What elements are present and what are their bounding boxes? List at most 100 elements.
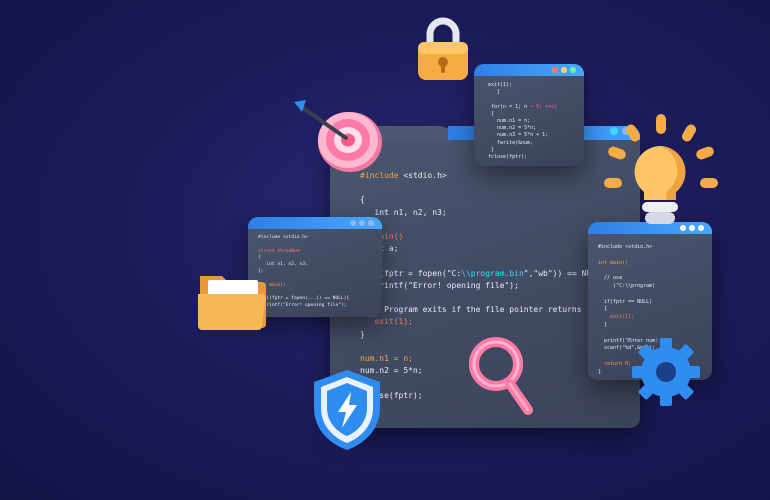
- code-token: return 0;: [598, 360, 632, 367]
- code-line: struct threeNum: [258, 249, 349, 256]
- code-token: struct threeNum: [258, 248, 300, 254]
- code-token: ("C:\\program): [598, 282, 656, 289]
- lightbulb-icon: [604, 114, 718, 224]
- code-token: num.n1 = n;: [360, 354, 413, 364]
- code-line: fwrite(&num,: [488, 140, 557, 147]
- code-token: <stdio.h>: [398, 171, 447, 180]
- code-line: nt main(): [360, 231, 596, 243]
- code-line: [598, 252, 670, 260]
- code-line: {: [488, 111, 557, 118]
- code-line: [258, 242, 349, 249]
- code-token: < 5; ++n): [530, 103, 558, 110]
- code-line: if(fptr == NULL): [598, 299, 670, 307]
- code-line: int main(): [258, 283, 349, 290]
- dot-yellow: [561, 67, 567, 73]
- lock-icon: [418, 17, 468, 80]
- top-code-window: exit(1); } for(n = 1; n < 5; ++n) { num.…: [474, 64, 584, 166]
- code-token: }: [360, 329, 365, 339]
- code-line: };: [360, 219, 596, 231]
- dot-light-blue: [350, 220, 356, 226]
- code-token: fwrite(&num,: [488, 139, 534, 146]
- code-line: [488, 96, 557, 103]
- code-line: {: [598, 306, 670, 314]
- code-token: if(fptr == NULL): [598, 298, 653, 305]
- code-line: };: [258, 269, 349, 276]
- code-token: #include <stdio.h>: [258, 235, 308, 240]
- code-token: fclose(fptr);: [488, 154, 528, 161]
- code-token: int n1, n2, n3;: [360, 207, 447, 217]
- code-line: if ((fptr = fopen(...)) == NULL){: [258, 296, 349, 303]
- folder-icon: [198, 276, 266, 330]
- code-line: #include <stdio.h>: [360, 170, 596, 182]
- code-line: [360, 292, 596, 304]
- code-token: {: [360, 195, 365, 205]
- code-line: if ((fptr = fopen("C:\\program.bin","wb"…: [360, 268, 596, 280]
- code-line: // use: [598, 275, 670, 283]
- code-token: for(n = 1; n: [488, 103, 531, 110]
- dot-green: [570, 67, 576, 73]
- code-token: exit(1);: [360, 317, 413, 327]
- code-line: printf("Error! opening file");: [360, 280, 596, 292]
- code-line: [598, 291, 670, 299]
- left-code-window: #include <stdio.h> struct threeNum{ int …: [248, 217, 382, 317]
- illustration-scene: #include <stdio.h> { int n1, n2, n3;};nt…: [0, 0, 770, 500]
- code-line: int main(): [598, 260, 670, 268]
- code-token: exit(1);: [598, 314, 635, 321]
- code-token: // use: [598, 275, 623, 282]
- top-window-dots: [552, 67, 576, 73]
- code-token: }: [598, 368, 602, 375]
- code-token: printf("Error! opening file");: [360, 280, 519, 290]
- dot-light-blue-3: [368, 220, 374, 226]
- dot-light-blue-2: [359, 220, 365, 226]
- code-line: num.n2 = 5*n;: [488, 125, 557, 132]
- code-token: }: [488, 146, 495, 153]
- code-token: num.n2 = 5*n;: [488, 125, 537, 132]
- code-token: {: [488, 110, 495, 117]
- code-line: printf("Error! opening file");: [258, 303, 349, 310]
- left-code-block: #include <stdio.h> struct threeNum{ int …: [258, 235, 349, 310]
- code-line: ("C:\\program): [598, 283, 670, 291]
- code-token: {: [598, 306, 608, 313]
- code-line: [258, 276, 349, 283]
- code-token: printf("Error! opening file");: [258, 302, 347, 308]
- code-line: exit(1);: [488, 82, 557, 89]
- code-token: // Program exits if the file pointer ret…: [360, 305, 582, 315]
- code-line: // Program exits if the file pointer ret…: [360, 304, 596, 316]
- code-token: if ((fptr = fopen(...)) == NULL){: [258, 296, 350, 302]
- code-token: }: [598, 321, 608, 328]
- code-line: }: [598, 322, 670, 330]
- shield-lightning-icon: [314, 370, 380, 450]
- code-line: }: [488, 89, 557, 96]
- code-line: exit(1);: [360, 316, 596, 328]
- code-line: #include <stdio.h>: [598, 244, 670, 252]
- top-code-block: exit(1); } for(n = 1; n < 5; ++n) { num.…: [488, 82, 557, 161]
- code-line: int n1, n2, n3;: [360, 207, 596, 219]
- code-line: exit(1);: [598, 314, 670, 322]
- code-line: int a;: [360, 243, 596, 255]
- left-window-dots: [350, 220, 374, 226]
- code-line: }: [488, 147, 557, 154]
- magnifier-icon: [469, 337, 533, 415]
- code-line: num.n1 = n;: [488, 118, 557, 125]
- code-token: int main(): [598, 259, 629, 266]
- code-line: for(n = 1; n < 5; ++n): [488, 104, 557, 111]
- code-token: {: [258, 255, 261, 261]
- code-line: num.n3 = 5*n + 1;: [488, 132, 557, 139]
- code-token: num.n3 = 5*n + 1;: [488, 132, 549, 139]
- code-line: #include <stdio.h>: [258, 235, 349, 242]
- code-token: num.n1 = n;: [488, 118, 531, 125]
- code-token: exit(1);: [488, 82, 513, 88]
- code-token: ","wb")) == NUL: [523, 268, 597, 278]
- gear-icon: [632, 338, 700, 406]
- code-line: {: [360, 194, 596, 206]
- code-line: fclose(fptr);: [488, 154, 557, 161]
- code-token: \\program.bin: [461, 268, 524, 278]
- code-token: }: [488, 89, 501, 96]
